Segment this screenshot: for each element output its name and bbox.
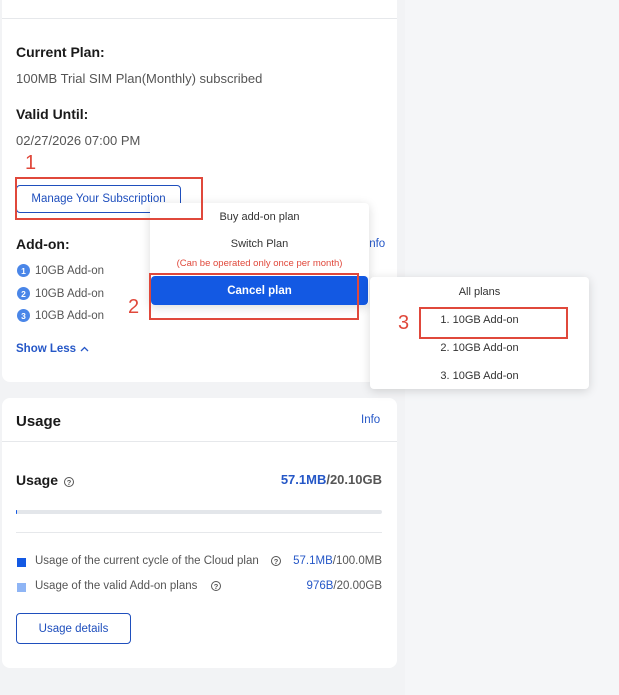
usage-progress-bar xyxy=(16,510,382,514)
annotation-box-3 xyxy=(419,307,568,339)
usage-header-divider xyxy=(2,441,397,442)
switch-plan-warning: (Can be operated only once per month) xyxy=(176,258,343,269)
addon-item-1: 10GB Add-on xyxy=(35,265,105,277)
usage-label: Usage xyxy=(16,472,59,488)
current-plan-label: Current Plan: xyxy=(16,44,105,60)
help-icon[interactable]: ? xyxy=(64,477,74,487)
plan-item-3[interactable]: 3. 10GB Add-on xyxy=(370,370,589,382)
card-header-divider xyxy=(2,18,397,19)
annotation-number-2: 2 xyxy=(128,296,140,318)
addon-number-2: 2 xyxy=(17,287,30,300)
chevron-up-icon xyxy=(80,346,89,352)
cloud-legend-swatch xyxy=(17,558,26,567)
current-plan-value: 100MB Trial SIM Plan(Monthly) subscribed xyxy=(16,71,263,86)
usage-progress-fill xyxy=(16,510,18,514)
addon-number-3: 3 xyxy=(17,309,30,322)
annotation-number-1: 1 xyxy=(25,152,37,174)
cloud-total-value: /100.0MB xyxy=(332,555,382,567)
addon-usage-label: Usage of the valid Add-on plans xyxy=(35,580,198,592)
usage-total-readout: 57.1MB/20.10GB xyxy=(272,472,382,487)
usage-total-value: /20.10GB xyxy=(326,472,382,487)
usage-used-value: 57.1MB xyxy=(280,472,327,487)
valid-until-value: 02/27/2026 07:00 PM xyxy=(16,133,141,148)
usage-section-divider xyxy=(16,532,382,533)
show-less-label: Show Less xyxy=(16,343,77,355)
annotation-number-3: 3 xyxy=(398,312,410,334)
usage-title: Usage xyxy=(16,413,62,430)
addon-usage-readout: 976B/20.00GB xyxy=(272,580,382,592)
cloud-usage-label: Usage of the current cycle of the Cloud … xyxy=(35,555,259,567)
usage-card: Usage Info Usage ? 57.1MB/20.10GB Usage … xyxy=(2,398,397,668)
usage-info-link[interactable]: Info xyxy=(361,414,380,426)
addon-label: Add-on: xyxy=(16,236,70,252)
help-icon[interactable]: ? xyxy=(211,581,221,591)
addon-item-3: 10GB Add-on xyxy=(35,310,105,322)
annotation-box-1 xyxy=(15,177,203,220)
cloud-used-value: 57.1MB xyxy=(293,555,333,567)
addon-number-1: 1 xyxy=(17,264,30,277)
addon-item-2: 10GB Add-on xyxy=(35,288,105,300)
addon-used-value: 976B xyxy=(306,580,334,592)
usage-details-button[interactable]: Usage details xyxy=(16,613,131,644)
annotation-box-2 xyxy=(149,273,359,320)
cloud-usage-readout: 57.1MB/100.0MB xyxy=(272,555,382,567)
all-plans-header: All plans xyxy=(458,286,501,298)
plan-item-2[interactable]: 2. 10GB Add-on xyxy=(370,342,589,354)
addon-legend-swatch xyxy=(17,583,26,592)
addon-total-value: /20.00GB xyxy=(333,580,382,592)
valid-until-label: Valid Until: xyxy=(16,106,89,122)
show-less-toggle[interactable]: Show Less xyxy=(16,343,89,355)
menu-item-switch-plan[interactable]: Switch Plan xyxy=(150,238,369,250)
